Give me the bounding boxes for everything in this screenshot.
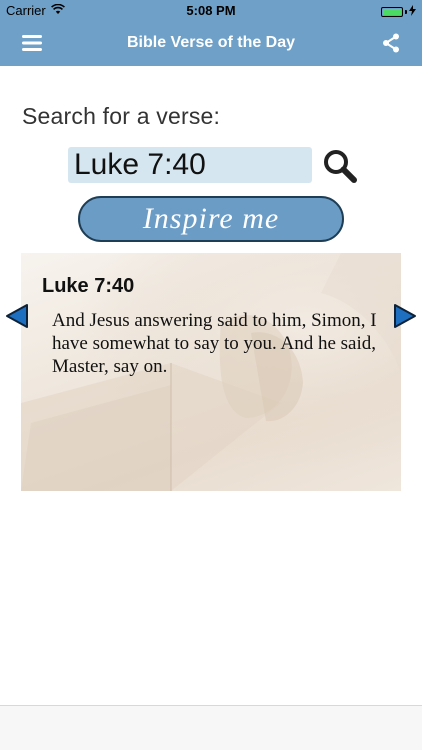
verse-reference: Luke 7:40 (42, 275, 135, 297)
inspire-me-button[interactable]: Inspire me (78, 196, 344, 242)
battery-icon (381, 6, 403, 17)
magnifier-icon[interactable] (322, 148, 358, 184)
status-time: 5:08 PM (186, 3, 236, 18)
bottom-bar (0, 705, 422, 750)
search-heading: Search for a verse: (22, 103, 221, 129)
share-icon[interactable] (382, 33, 400, 53)
nav-bar: Bible Verse of the Day (0, 22, 422, 66)
search-input[interactable] (68, 147, 312, 183)
verse-card: Luke 7:40 And Jesus answering said to hi… (21, 253, 401, 491)
verse-text: And Jesus answering said to him, Simon, … (52, 310, 377, 377)
arrow-left-icon[interactable] (5, 303, 29, 329)
status-bar: Carrier 5:08 PM (0, 0, 422, 22)
charging-bolt-icon (409, 4, 416, 19)
arrow-right-icon[interactable] (393, 303, 417, 329)
page-title: Bible Verse of the Day (126, 34, 296, 51)
status-right (381, 4, 416, 19)
battery-fill (383, 8, 401, 15)
battery-nub (405, 9, 407, 14)
